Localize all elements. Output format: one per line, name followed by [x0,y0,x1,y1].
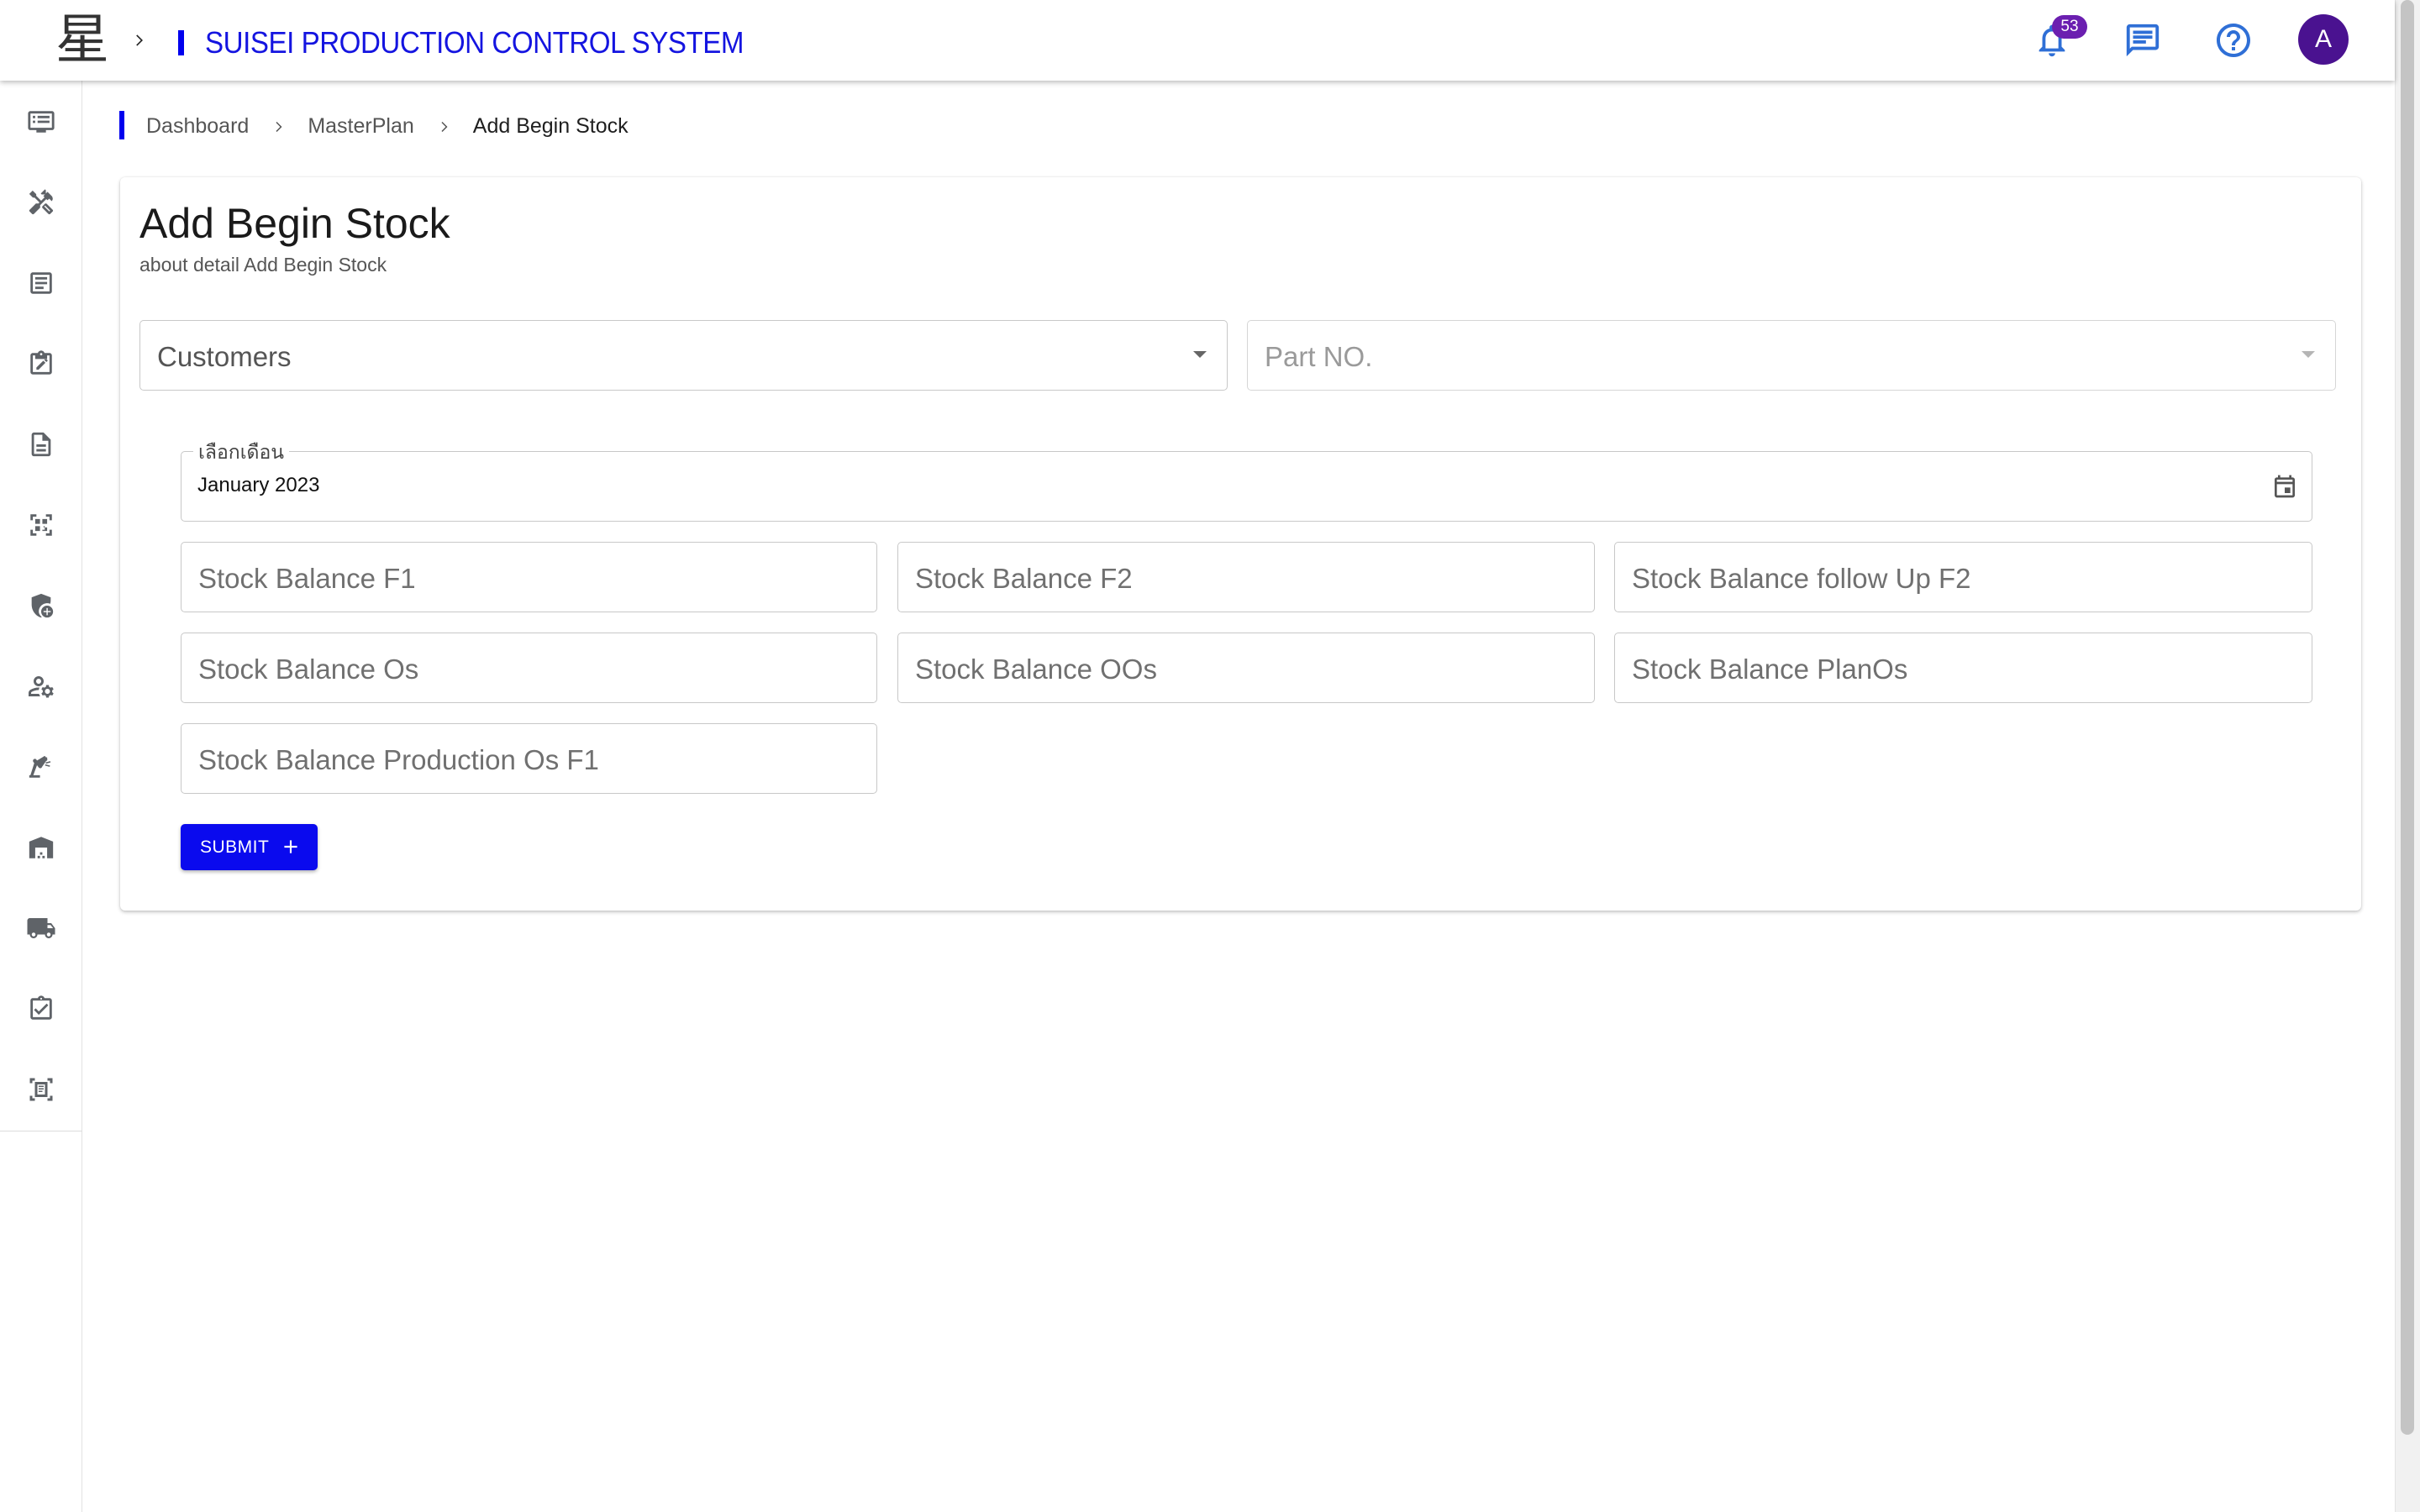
month-picker-value[interactable]: January 2023 [197,474,319,497]
submit-button-label: SUBMIT [200,837,270,857]
customers-select-label: Customers [157,341,292,372]
stock-balance-os-placeholder: Stock Balance Os [198,654,419,685]
document-icon[interactable] [0,404,82,485]
page-scrollbar-thumb[interactable] [2401,0,2414,1435]
plus-icon [280,836,302,863]
chat-message-icon[interactable] [2119,17,2166,64]
part-no-select-label: Part NO. [1265,341,1373,372]
delivery-truck-icon[interactable] [0,888,82,969]
app-logo[interactable]: 星 [49,8,116,72]
chevron-right-icon [436,119,451,134]
clipboard-edit-icon[interactable] [0,323,82,404]
breadcrumb-accent-bar [119,111,124,139]
stock-balance-follow-up-f2-placeholder: Stock Balance follow Up F2 [1632,563,1971,594]
app-bar: 星 SUISEI PRODUCTION CONTROL SYSTEM 53 A [0,0,2395,81]
part-no-select[interactable]: Part NO. [1247,320,2336,391]
app-title: SUISEI PRODUCTION CONTROL SYSTEM [205,25,744,60]
stock-balance-f1-placeholder: Stock Balance F1 [198,563,416,594]
security-shield-add-icon[interactable] [0,565,82,646]
stock-balance-oos-placeholder: Stock Balance OOs [915,654,1157,685]
calendar-icon[interactable] [2269,470,2301,502]
user-avatar[interactable]: A [2298,14,2349,65]
breadcrumb-masterplan[interactable]: MasterPlan [308,114,413,139]
breadcrumb: Dashboard MasterPlan Add Begin Stock [146,114,629,139]
stock-balance-f2-input[interactable]: Stock Balance F2 [897,542,1595,612]
breadcrumb-current: Add Begin Stock [472,114,629,138]
warehouse-icon[interactable] [0,807,82,888]
stock-balance-production-os-f1-input[interactable]: Stock Balance Production Os F1 [181,723,877,794]
breadcrumb-dashboard[interactable]: Dashboard [146,114,249,139]
chevron-right-icon [271,119,286,134]
people-settings-icon[interactable] [0,646,82,727]
page-subtitle: about detail Add Begin Stock [139,254,387,276]
stock-balance-oos-input[interactable]: Stock Balance OOs [897,633,1595,703]
stock-balance-planos-placeholder: Stock Balance PlanOs [1632,654,1908,685]
notification-count-badge: 53 [2052,15,2087,39]
customers-select[interactable]: Customers [139,320,1228,391]
submit-button[interactable]: SUBMIT [181,824,318,870]
month-picker-field[interactable] [181,451,2312,522]
stock-balance-production-os-f1-placeholder: Stock Balance Production Os F1 [198,744,599,775]
title-accent-bar [178,30,184,55]
help-circle-icon[interactable] [2210,17,2257,64]
stock-balance-f2-placeholder: Stock Balance F2 [915,563,1133,594]
stock-balance-planos-input[interactable]: Stock Balance PlanOs [1614,633,2312,703]
stock-balance-os-input[interactable]: Stock Balance Os [181,633,877,703]
precision-robot-arm-icon[interactable] [0,727,82,807]
stock-balance-follow-up-f2-input[interactable]: Stock Balance follow Up F2 [1614,542,2312,612]
receipt-scan-icon[interactable] [0,1049,82,1130]
chevron-right-icon[interactable] [128,24,150,57]
page-title: Add Begin Stock [139,200,450,247]
caret-down-icon [2302,351,2315,358]
checklist-icon[interactable] [0,969,82,1049]
stock-balance-f1-input[interactable]: Stock Balance F1 [181,542,877,612]
tools-icon[interactable] [0,162,82,243]
month-picker-label: เลือกเดือน [193,438,290,468]
dashboard-list-icon[interactable] [0,81,82,162]
sidebar [0,81,82,1512]
article-icon[interactable] [0,243,82,323]
qr-scan-icon[interactable] [0,485,82,565]
caret-down-icon [1193,351,1207,358]
